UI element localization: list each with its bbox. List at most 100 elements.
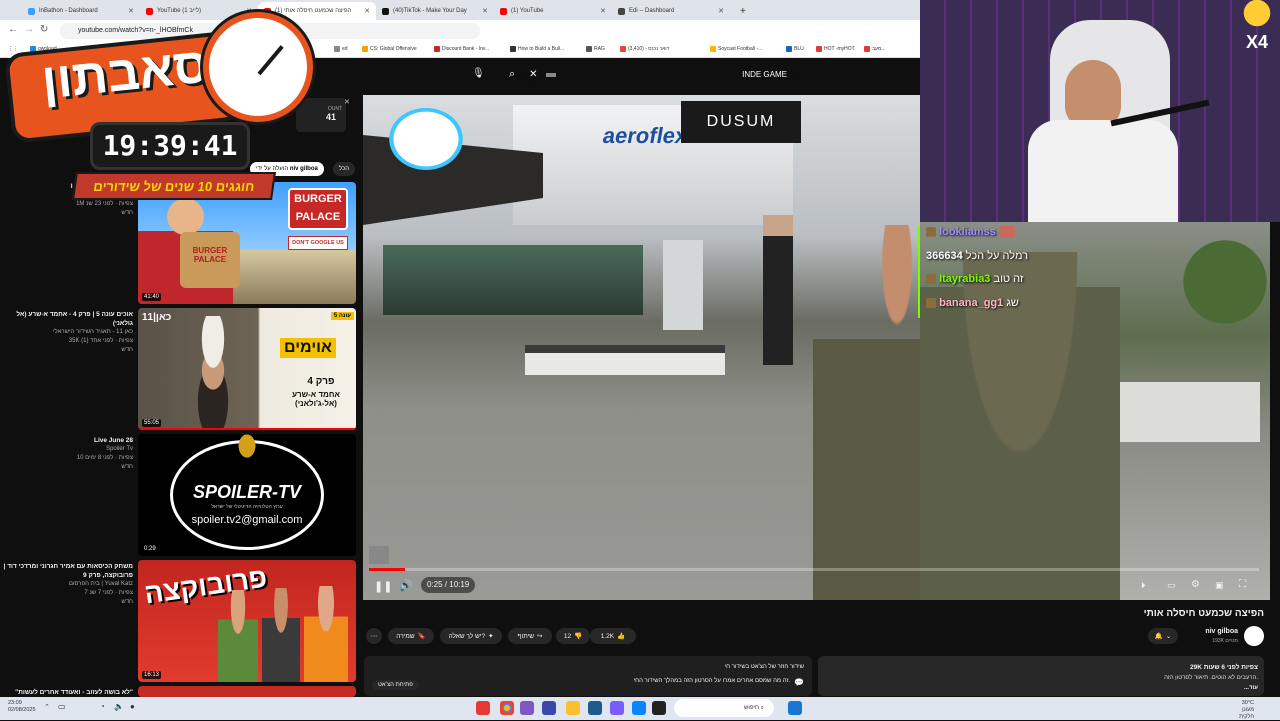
app-icon[interactable]: [652, 701, 666, 715]
chat-username[interactable]: 366634: [926, 250, 963, 262]
emote-icon: [998, 226, 1015, 239]
description-text: הרעבים לא הוטים. תיאור לסרטון הזה.: [1164, 675, 1258, 681]
description-box[interactable]: 29K צפיות לפני 6 שעות הרעבים לא הוטים. ת…: [818, 656, 1264, 696]
bookmark-item[interactable]: RAG: [586, 46, 605, 52]
bookmark-item[interactable]: ed: [334, 46, 348, 52]
chrome-icon[interactable]: [500, 701, 514, 715]
steam-icon[interactable]: [588, 701, 602, 715]
bookmark-item[interactable]: (3,410) - דואר נכנס: [620, 46, 669, 52]
browser-tab[interactable]: Edi -- Dashboard ✕: [612, 2, 730, 20]
bookmark-item[interactable]: CS: Global Offensive: [362, 46, 417, 52]
tab-label: (1) YouTube: [511, 8, 544, 14]
search-icon[interactable]: ⌕: [509, 68, 515, 81]
show-more-link[interactable]: ...עוד: [1244, 685, 1258, 691]
bookmark-item[interactable]: Soycast Football -...: [710, 46, 762, 52]
video-thumbnail[interactable]: SPOILER-TV ערוץ הטלוויזיה הדיגיטלי של יש…: [138, 434, 356, 556]
video-title[interactable]: "לא בושה לעזוב - ואעודד אחרים לעשות": [3, 688, 133, 697]
network-icon[interactable]: ●: [130, 702, 135, 711]
bookmark-item[interactable]: HOT -myHOT: [816, 46, 855, 52]
windows-start-icon[interactable]: [788, 701, 802, 715]
close-icon[interactable]: ✕: [600, 7, 606, 15]
microphone-icon[interactable]: 🎙: [472, 68, 485, 79]
progress-track[interactable]: [369, 568, 1259, 571]
close-icon[interactable]: ✕: [344, 98, 350, 106]
app-icon[interactable]: [476, 701, 490, 715]
chat-username[interactable]: Itayrabia3: [939, 273, 990, 285]
video-thumbnail[interactable]: [138, 686, 356, 697]
monitor-icon[interactable]: ▭: [58, 702, 66, 711]
search-input[interactable]: [545, 72, 556, 77]
browser-tab[interactable]: (1) YouTube ✕: [494, 2, 612, 20]
person-image: [262, 588, 300, 682]
new-badge: חדש: [121, 599, 133, 605]
volume-icon[interactable]: 🔊: [399, 579, 413, 592]
video-info: משחק הכיסאות עם אמיר חגרוני ומרדכי דוד |…: [3, 562, 133, 605]
autoplay-icon[interactable]: ⏵: [1141, 580, 1146, 591]
file-explorer-icon[interactable]: [566, 701, 580, 715]
search-suggestion[interactable]: INDE GAME: [742, 70, 787, 79]
video-player[interactable]: aeroflex DUSUM: [363, 95, 920, 600]
watch-progress: [138, 428, 356, 430]
close-icon[interactable]: ✕: [482, 7, 488, 15]
ask-button[interactable]: יש לך שאלה? ✦: [440, 628, 502, 644]
app-icon[interactable]: [542, 701, 556, 715]
more-options-button[interactable]: ⋯: [366, 628, 382, 644]
chat-message: banana_gg1 שג: [926, 297, 1019, 309]
pause-icon[interactable]: ❚❚: [374, 580, 392, 593]
channel-name[interactable]: Spoiler Tv: [3, 445, 133, 454]
cafe-area: [383, 245, 643, 315]
chat-text: רמלה על הכל: [965, 250, 1029, 262]
app-icon[interactable]: [610, 701, 624, 715]
clear-search-icon[interactable]: ✕: [529, 69, 537, 80]
taskbar-search[interactable]: חיפוש ⌕: [674, 699, 774, 717]
save-button[interactable]: שמירה 🔖: [388, 628, 434, 644]
bookmark-item[interactable]: Discount Bank - Inv...: [434, 46, 489, 52]
stopwatch-hand: [257, 45, 284, 76]
like-button[interactable]: 1.2K 👍: [590, 628, 636, 644]
browser-tab[interactable]: (40)TikTok - Make Your Day ✕: [376, 2, 494, 20]
bookmark-item[interactable]: מעב...: [864, 46, 885, 52]
chat-username[interactable]: lookliamss: [939, 226, 996, 238]
channel-name[interactable]: כאן 11 - תאגיד השידור הישראלי: [3, 328, 133, 337]
subtitles-icon[interactable]: ▭: [1167, 580, 1176, 591]
scrub-preview: [369, 546, 389, 564]
fullscreen-icon[interactable]: ⛶: [1239, 579, 1246, 590]
video-title[interactable]: Live June 28: [3, 436, 133, 445]
duration-badge: 0:29: [142, 545, 158, 553]
duration-badge: 41:40: [142, 293, 162, 301]
chevron-up-icon[interactable]: ⌃: [44, 703, 50, 711]
new-tab-button[interactable]: +: [734, 2, 748, 20]
volume-icon[interactable]: 🔈: [114, 702, 124, 711]
duration-badge: 16:13: [142, 671, 162, 679]
close-icon[interactable]: ✕: [364, 7, 370, 15]
chip-all[interactable]: הכל: [333, 162, 355, 176]
dislike-button[interactable]: 12 👎: [556, 628, 590, 644]
person-image: [178, 316, 248, 430]
search-bar[interactable]: ⌕ ✕ INDE GAME: [509, 66, 795, 83]
share-icon: ↪: [537, 633, 543, 640]
crown-x4-icon: X4: [1238, 0, 1276, 52]
close-icon[interactable]: ✕: [718, 7, 724, 15]
share-button[interactable]: שיתוף ↪: [508, 628, 552, 644]
weather-widget[interactable]: 30°C מעונן חלקית: [1226, 700, 1254, 721]
subscribe-button[interactable]: 🔔 ⌄: [1148, 628, 1178, 644]
open-chat-button[interactable]: פתיחת הצ'אט: [372, 680, 419, 690]
video-thumbnail[interactable]: פרובוקצה 16:13: [138, 560, 356, 682]
chat-username[interactable]: banana_gg1: [939, 297, 1003, 309]
gear-icon[interactable]: ⚙: [1191, 579, 1200, 590]
channel-name[interactable]: בית הפרסום | Yuval Katz: [3, 580, 133, 589]
bookmark-item[interactable]: How to Build a Buil...: [510, 46, 564, 52]
edge-icon[interactable]: [632, 701, 646, 715]
app-icon[interactable]: [520, 701, 534, 715]
chevron-down-icon: ⌄: [1165, 633, 1172, 640]
video-title[interactable]: משחק הכיסאות עם אמיר חגרוני ומרדכי דוד |…: [3, 562, 133, 580]
video-thumbnail[interactable]: כאן|11 עונה 5 אוימים פרק 4 אחמד א-שרע (א…: [138, 308, 356, 430]
miniplayer-icon[interactable]: ▣: [1215, 580, 1224, 591]
bookmark-item[interactable]: BLU: [786, 46, 804, 52]
video-title[interactable]: אוכים עונה 5 | פרק 4 - אחמד א-שרע (אל גו…: [3, 310, 133, 328]
wifi-icon[interactable]: ◔: [100, 702, 105, 711]
channel-name[interactable]: niv gilboa: [1176, 628, 1238, 635]
video-info: "לא בושה לעזוב - ואעודד אחרים לעשות": [3, 688, 133, 697]
avatar[interactable]: [1244, 626, 1264, 646]
chat-accent-bar: [918, 226, 920, 318]
